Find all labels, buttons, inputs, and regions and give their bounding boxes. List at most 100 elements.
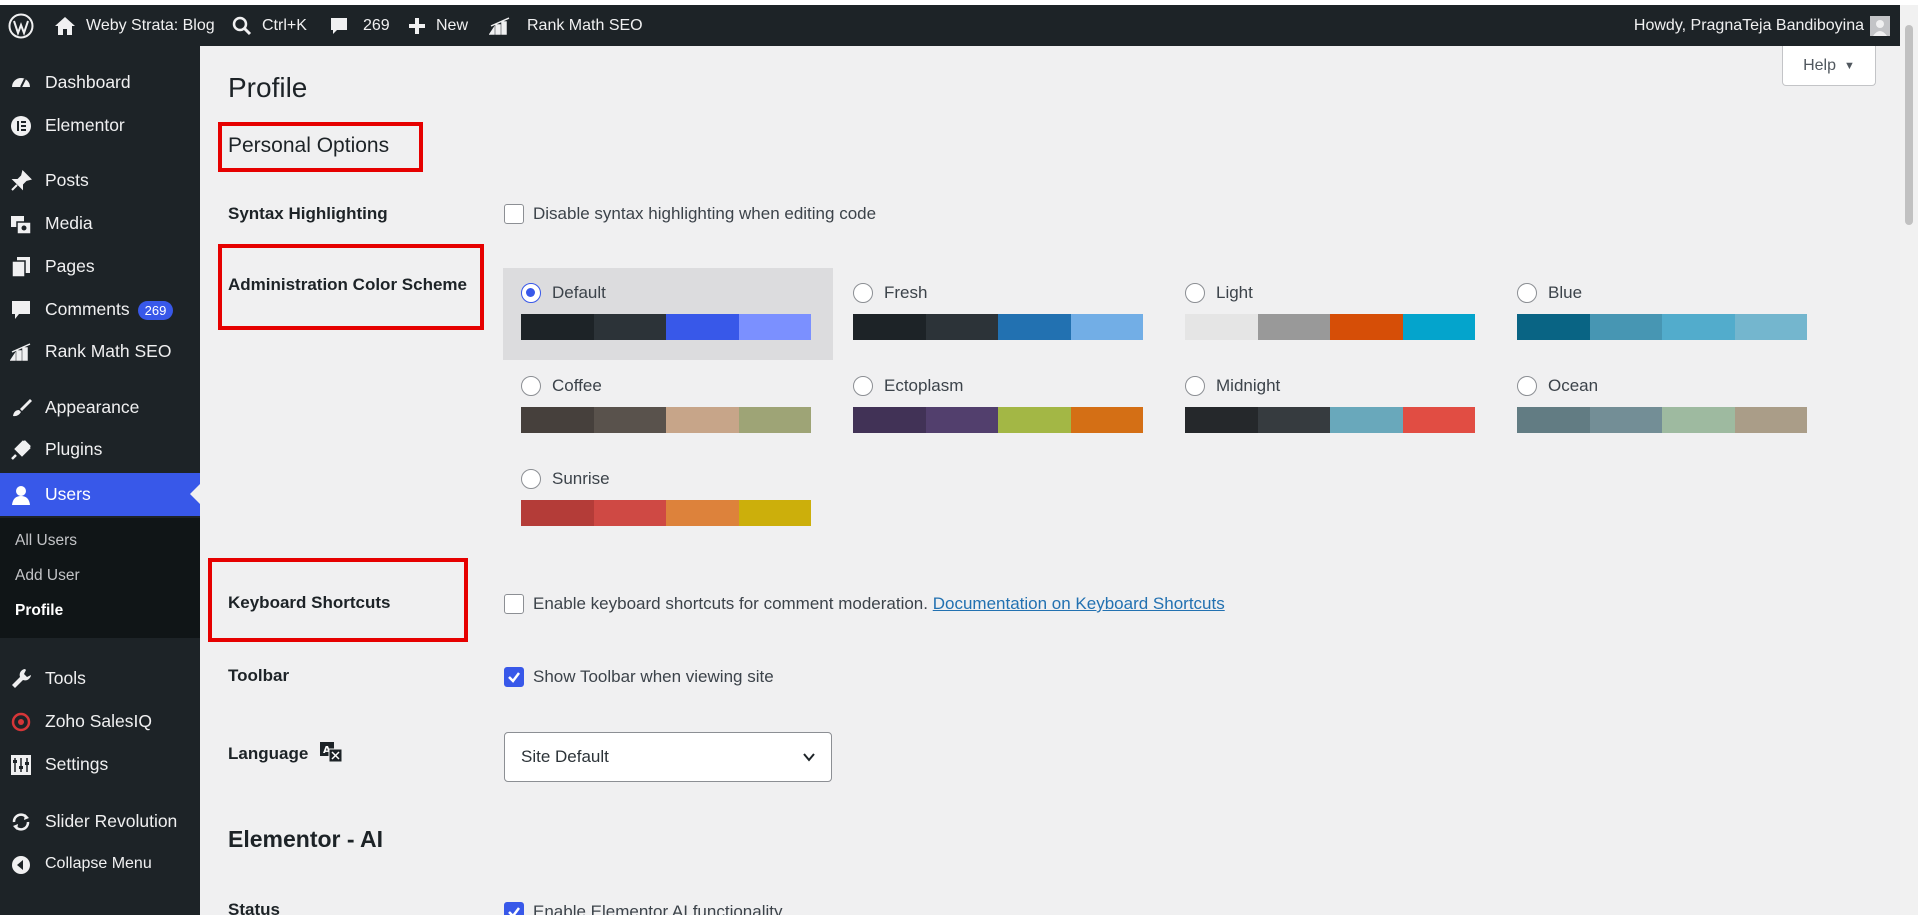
color-swatches — [521, 314, 811, 340]
color-swatches — [521, 500, 811, 526]
color-scheme-radio[interactable] — [521, 469, 541, 489]
sidebar-item-label: Slider Revolution — [45, 810, 178, 831]
collapse-menu-button[interactable]: Collapse Menu — [0, 844, 200, 884]
color-swatch — [1734, 407, 1807, 433]
color-scheme-name: Ectoplasm — [884, 376, 964, 395]
color-scheme-blue[interactable]: Blue — [1499, 268, 1829, 360]
wordpress-logo-icon[interactable] — [8, 5, 34, 46]
language-select-value: Site Default — [521, 747, 609, 766]
sidebar-item-slider-revolution[interactable]: Slider Revolution — [0, 801, 200, 841]
status-label: Status — [228, 900, 280, 915]
page-scrollbar[interactable] — [1900, 5, 1918, 915]
rank-math-link[interactable]: Rank Math SEO — [489, 5, 643, 46]
help-button[interactable]: Help ▼ — [1782, 46, 1876, 86]
sidebar-item-rank-math-seo[interactable]: Rank Math SEO — [0, 331, 200, 371]
keyboard-shortcuts-doc-link[interactable]: Documentation on Keyboard Shortcuts — [933, 594, 1225, 613]
keyboard-shortcuts-text: Enable keyboard shortcuts for comment mo… — [533, 594, 1225, 614]
color-scheme-default[interactable]: Default — [503, 268, 833, 360]
sidebar-item-users[interactable]: Users — [0, 473, 200, 516]
sidebar-item-appearance[interactable]: Appearance — [0, 387, 200, 427]
sidebar-item-label: Plugins — [45, 438, 103, 459]
sidebar-item-settings[interactable]: Settings — [0, 744, 200, 784]
color-swatch — [1257, 407, 1330, 433]
new-content-link[interactable]: New — [408, 5, 468, 46]
sidebar-item-label: Rank Math SEO — [45, 340, 172, 361]
sidebar-item-media[interactable]: Media — [0, 203, 200, 243]
search-shortcut[interactable]: Ctrl+K — [232, 5, 307, 46]
color-scheme-radio[interactable] — [853, 376, 873, 396]
color-swatch — [738, 407, 811, 433]
highlight-box-color-scheme — [218, 244, 484, 330]
sidebar-item-tools[interactable]: Tools — [0, 658, 200, 698]
color-swatch — [666, 500, 739, 526]
color-scheme-radio[interactable] — [1517, 376, 1537, 396]
sidebar-item-posts[interactable]: Posts — [0, 160, 200, 200]
color-scheme-coffee[interactable]: Coffee — [503, 361, 833, 453]
color-scheme-midnight[interactable]: Midnight — [1167, 361, 1497, 453]
color-swatches — [1517, 314, 1807, 340]
color-swatch — [1402, 407, 1475, 433]
account-menu[interactable]: Howdy, PragnaTeja Bandiboyina — [1634, 5, 1864, 46]
color-scheme-name: Ocean — [1548, 376, 1599, 395]
color-scheme-fresh[interactable]: Fresh — [835, 268, 1165, 360]
sidebar-item-label: Collapse Menu — [45, 855, 152, 872]
color-swatch — [521, 314, 594, 340]
sidebar-item-dashboard[interactable]: Dashboard — [0, 62, 200, 102]
color-scheme-ectoplasm[interactable]: Ectoplasm — [835, 361, 1165, 453]
scrollbar-thumb[interactable] — [1905, 25, 1913, 225]
checkmark-icon — [508, 907, 520, 915]
sidebar-item-zoho-salesiq[interactable]: Zoho SalesIQ — [0, 701, 200, 741]
toolbar-label: Toolbar — [228, 666, 290, 685]
color-scheme-name: Midnight — [1216, 376, 1281, 395]
color-swatch — [1662, 407, 1735, 433]
color-swatch — [1589, 407, 1662, 433]
color-scheme-sunrise[interactable]: Sunrise — [503, 454, 833, 546]
color-scheme-radio[interactable] — [1185, 376, 1205, 396]
rank-math-label: Rank Math SEO — [527, 16, 643, 34]
color-swatch — [925, 407, 998, 433]
sidebar-item-label: Pages — [45, 255, 95, 276]
media-icon — [10, 213, 32, 235]
search-icon — [232, 16, 252, 36]
highlight-box-keyboard-shortcuts — [208, 558, 468, 642]
color-scheme-name: Fresh — [884, 283, 928, 302]
color-scheme-light[interactable]: Light — [1167, 268, 1497, 360]
sidebar-item-elementor[interactable]: Elementor — [0, 105, 200, 145]
users-submenu: All Users Add User Profile — [0, 518, 200, 638]
syntax-highlighting-text: Disable syntax highlighting when editing… — [533, 204, 877, 223]
color-scheme-ocean[interactable]: Ocean — [1499, 361, 1829, 453]
color-scheme-radio[interactable] — [1517, 283, 1537, 303]
avatar[interactable] — [1870, 5, 1890, 46]
language-label-text: Language — [228, 743, 309, 763]
comments-link[interactable]: 269 — [329, 5, 390, 46]
color-scheme-radio[interactable] — [853, 283, 873, 303]
submenu-item-add-user[interactable]: Add User — [15, 567, 80, 585]
submenu-item-all-users[interactable]: All Users — [15, 532, 77, 550]
sidebar-item-plugins[interactable]: Plugins — [0, 429, 200, 469]
language-select[interactable]: Site Default — [504, 732, 832, 782]
elementor-ai-checkbox[interactable] — [504, 902, 524, 915]
color-swatch — [998, 314, 1071, 340]
color-swatch — [666, 314, 739, 340]
toolbar-checkbox[interactable] — [504, 667, 524, 687]
color-scheme-name: Light — [1216, 283, 1253, 302]
new-label: New — [436, 16, 469, 34]
sidebar-item-comments[interactable]: Comments 269 — [0, 289, 200, 329]
sidebar-item-label: Comments 269 — [45, 299, 174, 320]
submenu-item-profile[interactable]: Profile — [15, 602, 63, 620]
elementor-icon — [10, 115, 32, 137]
color-swatch — [1330, 407, 1403, 433]
sidebar-item-label: Elementor — [45, 114, 125, 135]
brush-icon — [10, 397, 32, 419]
elementor-ai-heading: Elementor - AI — [228, 826, 384, 852]
sidebar-item-pages[interactable]: Pages — [0, 246, 200, 286]
color-scheme-radio[interactable] — [521, 376, 541, 396]
color-swatch — [1517, 314, 1590, 340]
color-scheme-radio[interactable] — [521, 283, 541, 303]
color-swatch — [666, 407, 739, 433]
syntax-highlighting-checkbox[interactable] — [504, 204, 524, 224]
color-scheme-radio[interactable] — [1185, 283, 1205, 303]
keyboard-shortcuts-checkbox[interactable] — [504, 594, 524, 614]
color-scheme-name: Blue — [1548, 283, 1583, 302]
site-name-link[interactable]: Weby Strata: Blog — [54, 5, 215, 46]
